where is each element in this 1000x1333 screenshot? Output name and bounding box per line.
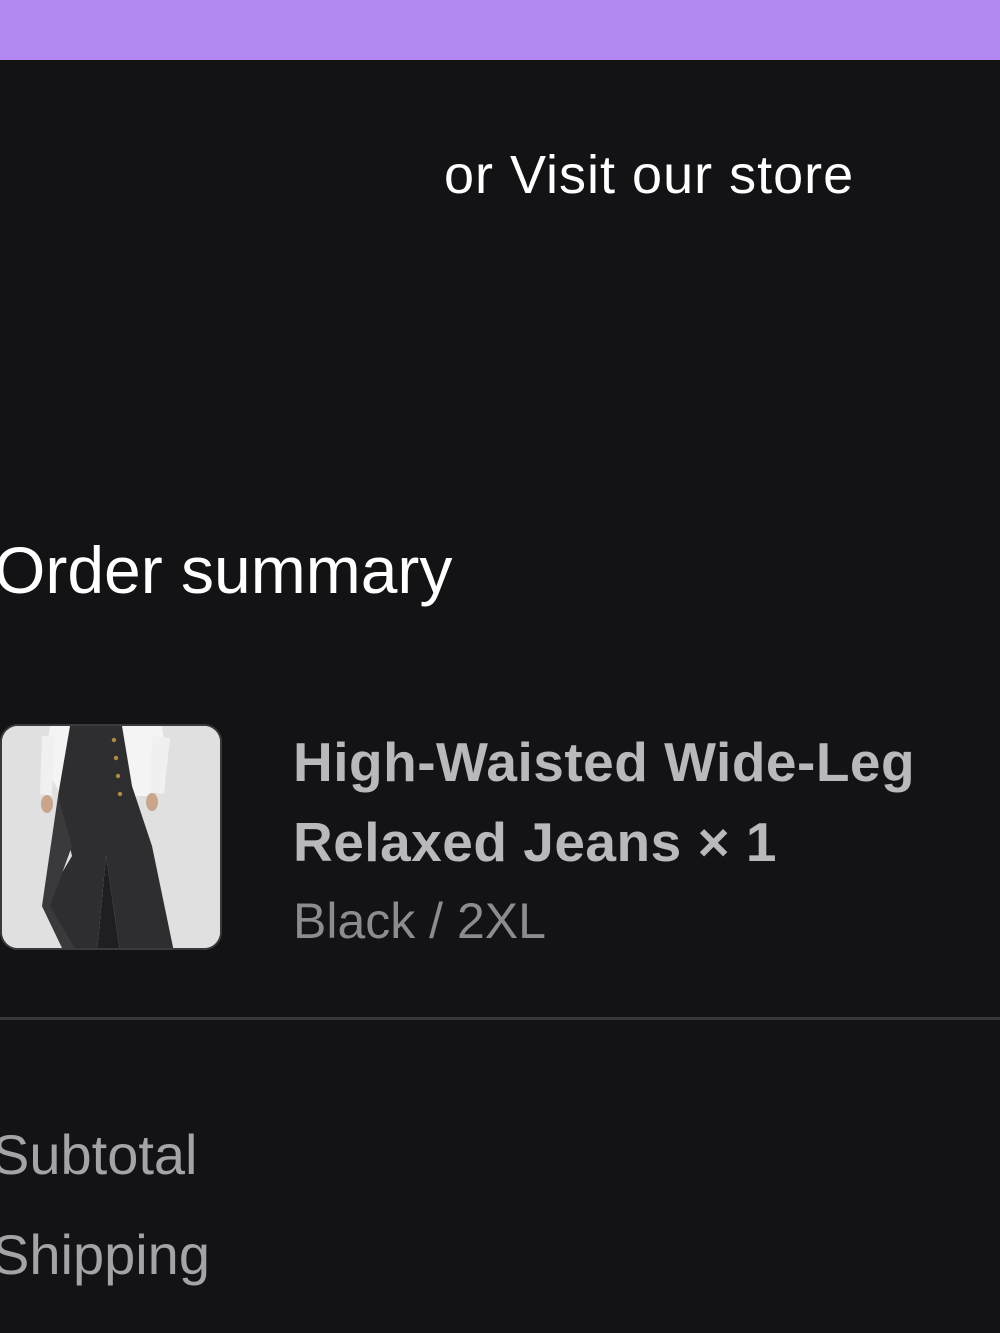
product-thumbnail — [0, 724, 222, 950]
shipping-label: Shipping — [0, 1223, 210, 1286]
product-variant: Black / 2XL — [293, 893, 546, 949]
jeans-product-image — [2, 726, 220, 948]
top-banner — [0, 0, 1000, 60]
summary-divider — [0, 1017, 1000, 1020]
product-name: High-Waisted Wide-Leg Relaxed Jeans × 1 — [293, 731, 916, 873]
order-summary-title: Order summary — [0, 533, 453, 607]
visit-store-link[interactable]: or Visit our store — [444, 140, 854, 210]
subtotal-label: Subtotal — [0, 1123, 198, 1186]
